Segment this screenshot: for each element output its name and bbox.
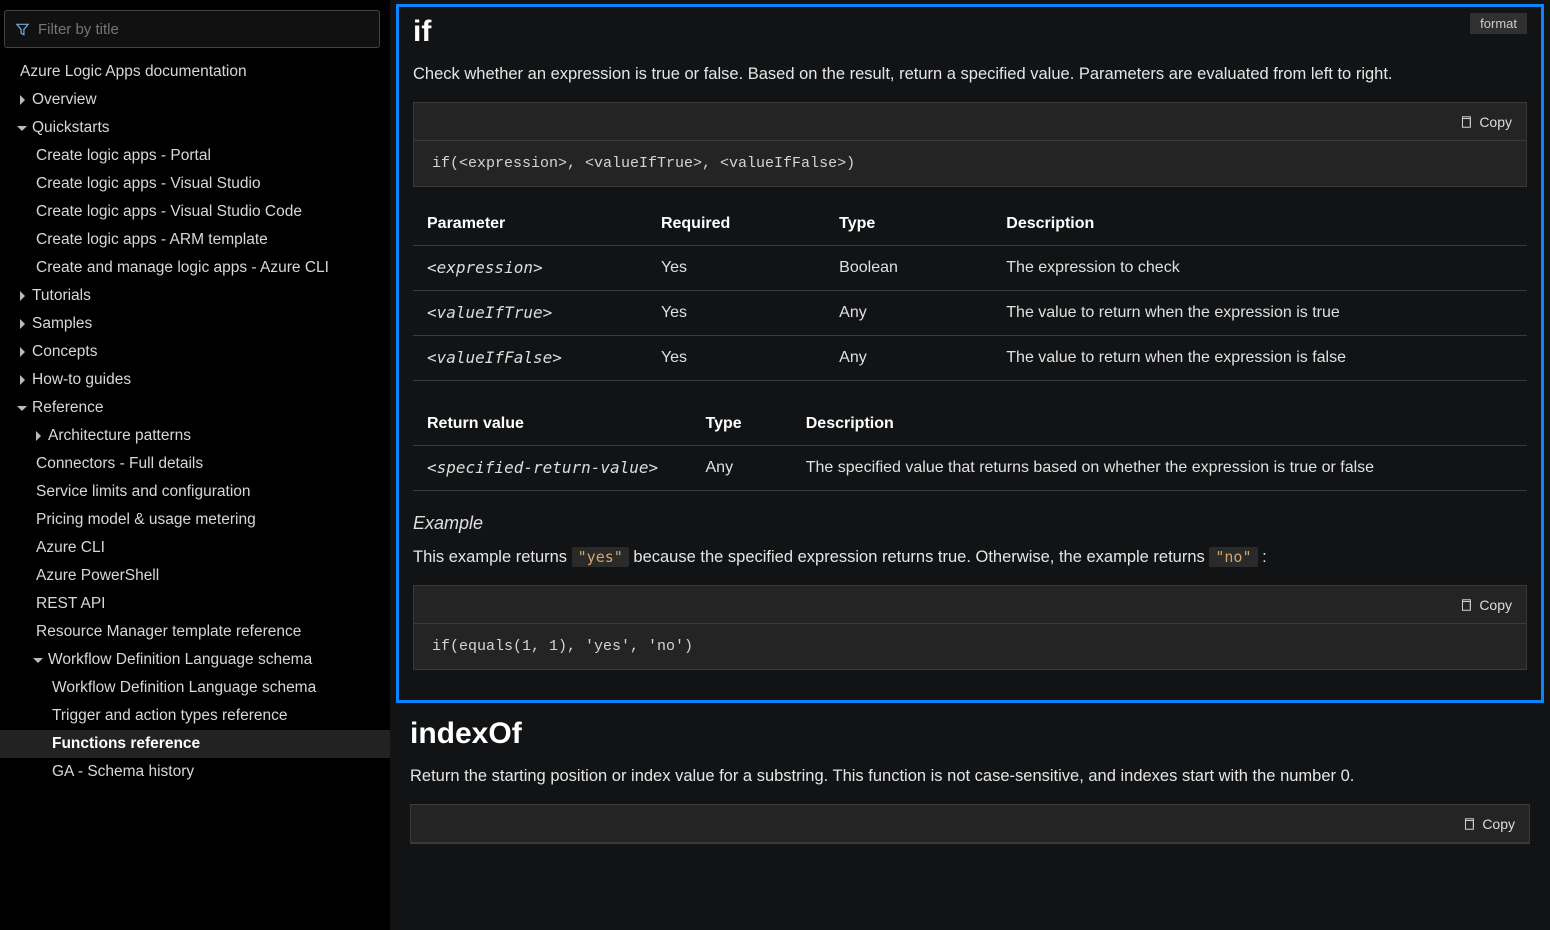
nav-item[interactable]: Samples [0, 310, 390, 338]
example-sentence: This example returns "yes" because the s… [413, 548, 1527, 567]
filter-box[interactable] [4, 10, 380, 48]
inline-code-no: "no" [1209, 547, 1257, 567]
code-block-1: Copy if(<expression>, <valueIfTrue>, <va… [413, 102, 1527, 187]
nav-item[interactable]: Quickstarts [0, 114, 390, 142]
nav-root[interactable]: Azure Logic Apps documentation [0, 58, 390, 86]
nav-item[interactable]: Reference [0, 394, 390, 422]
nav-item[interactable]: Overview [0, 86, 390, 114]
nav-item[interactable]: Functions reference [0, 730, 390, 758]
table-row: <valueIfTrue>YesAnyThe value to return w… [413, 291, 1527, 336]
filter-input[interactable] [38, 21, 369, 38]
nav-item[interactable]: Workflow Definition Language schema [0, 674, 390, 702]
copy-button[interactable]: Copy [1459, 597, 1512, 613]
nav-item[interactable]: Create logic apps - Visual Studio Code [0, 198, 390, 226]
th-rdesc: Description [792, 403, 1527, 446]
table-row: <expression>YesBooleanThe expression to … [413, 246, 1527, 291]
nav-item[interactable]: REST API [0, 590, 390, 618]
th-rtype: Type [692, 403, 792, 446]
inline-code-yes: "yes" [572, 547, 629, 567]
return-table: Return value Type Description <specified… [413, 403, 1527, 491]
nav-item[interactable]: Tutorials [0, 282, 390, 310]
nav-item[interactable]: Connectors - Full details [0, 450, 390, 478]
nav-item[interactable]: Azure PowerShell [0, 562, 390, 590]
copy-button[interactable]: Copy [1459, 114, 1512, 130]
copy-icon [1462, 817, 1476, 831]
nav-item[interactable]: Create logic apps - Portal [0, 142, 390, 170]
params-table: Parameter Required Type Description <exp… [413, 203, 1527, 381]
nav-item[interactable]: Create logic apps - ARM template [0, 226, 390, 254]
return-desc: The specified value that returns based o… [792, 446, 1527, 491]
filter-icon [15, 21, 30, 37]
nav-item[interactable]: Create and manage logic apps - Azure CLI [0, 254, 390, 282]
nav-item[interactable]: Azure CLI [0, 534, 390, 562]
code-block-3: Copy [410, 804, 1530, 844]
nav-item[interactable]: Trigger and action types reference [0, 702, 390, 730]
sidebar-nav: Azure Logic Apps documentation OverviewQ… [0, 0, 390, 930]
nav-item[interactable]: Concepts [0, 338, 390, 366]
section-if: format if Check whether an expression is… [396, 4, 1544, 703]
main-content: format if Check whether an expression is… [390, 0, 1550, 930]
th-parameter: Parameter [413, 203, 647, 246]
nav-item[interactable]: GA - Schema history [0, 758, 390, 786]
fn-title-if: if [413, 15, 1527, 49]
code-text-2: if(equals(1, 1), 'yes', 'no') [414, 624, 1526, 669]
nav-item[interactable]: Create logic apps - Visual Studio [0, 170, 390, 198]
copy-icon [1459, 115, 1473, 129]
th-required: Required [647, 203, 825, 246]
fn-desc-indexof: Return the starting position or index va… [410, 767, 1530, 786]
copy-button[interactable]: Copy [1462, 816, 1515, 832]
fn-desc-if: Check whether an expression is true or f… [413, 65, 1527, 84]
nav-item[interactable]: Pricing model & usage metering [0, 506, 390, 534]
th-type: Type [825, 203, 992, 246]
format-tag: format [1470, 13, 1527, 34]
th-return: Return value [413, 403, 692, 446]
section-indexof: indexOf Return the starting position or … [396, 703, 1544, 844]
nav-item[interactable]: Service limits and configuration [0, 478, 390, 506]
nav-item[interactable]: How-to guides [0, 366, 390, 394]
fn-title-indexof: indexOf [410, 717, 1530, 751]
code-block-2: Copy if(equals(1, 1), 'yes', 'no') [413, 585, 1527, 670]
table-row: <valueIfFalse>YesAnyThe value to return … [413, 336, 1527, 381]
nav-item[interactable]: Resource Manager template reference [0, 618, 390, 646]
copy-icon [1459, 598, 1473, 612]
example-heading: Example [413, 513, 1527, 534]
nav-item[interactable]: Workflow Definition Language schema [0, 646, 390, 674]
th-description: Description [992, 203, 1527, 246]
return-type: Any [692, 446, 792, 491]
nav-item[interactable]: Architecture patterns [0, 422, 390, 450]
code-text-1: if(<expression>, <valueIfTrue>, <valueIf… [414, 141, 1526, 186]
return-value: <specified-return-value> [427, 458, 658, 477]
